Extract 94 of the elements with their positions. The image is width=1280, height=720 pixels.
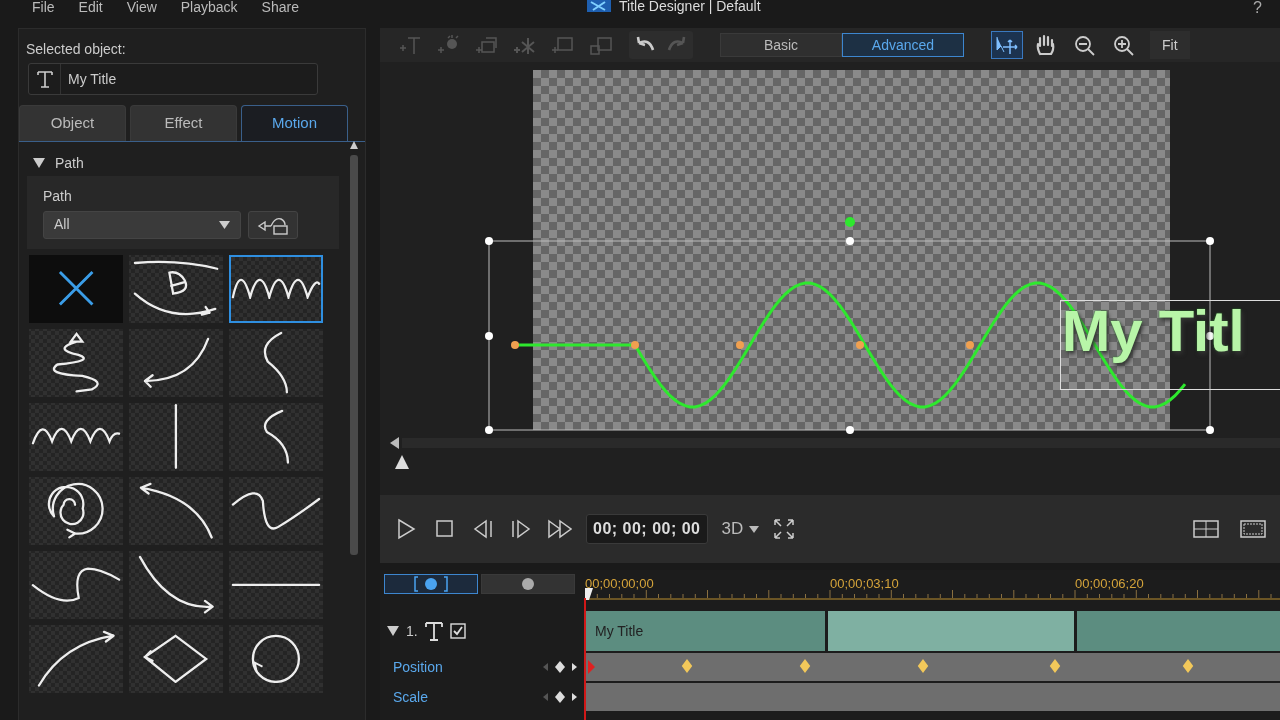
text-icon bbox=[424, 621, 443, 641]
keyframe-icon[interactable] bbox=[1181, 659, 1195, 673]
timecode-label: 00;00;06;20 bbox=[1075, 575, 1144, 593]
path-preset[interactable] bbox=[29, 328, 123, 397]
fit-button[interactable]: Fit bbox=[1150, 31, 1190, 59]
wave-path-icon bbox=[231, 277, 321, 300]
path-preset[interactable] bbox=[129, 550, 223, 619]
s-curve-path-icon bbox=[263, 330, 289, 395]
3d-mode-dropdown[interactable]: 3D bbox=[721, 516, 760, 542]
path-dropdown[interactable]: All bbox=[43, 210, 241, 239]
menu-item[interactable]: View bbox=[114, 0, 169, 14]
expand-arrow-icon[interactable] bbox=[33, 158, 45, 168]
path-label: Path bbox=[43, 187, 73, 206]
help-button[interactable]: ? bbox=[1253, 0, 1262, 16]
zoom-out-icon[interactable] bbox=[1073, 34, 1097, 56]
vertical-line-icon bbox=[174, 403, 178, 470]
zigzag-path-icon bbox=[52, 331, 100, 394]
selected-object-label: Selected object: bbox=[26, 39, 127, 59]
menu-item[interactable]: Playback bbox=[168, 0, 250, 14]
path-preset[interactable] bbox=[229, 402, 323, 471]
wave-path-icon bbox=[31, 427, 121, 446]
diamond-path-icon bbox=[143, 633, 209, 684]
s-curve-path-icon bbox=[262, 408, 290, 465]
expand-arrow-icon[interactable] bbox=[387, 626, 399, 636]
arc-path-icon bbox=[138, 481, 214, 540]
keyframe-icon[interactable] bbox=[680, 659, 694, 673]
path-preset[interactable] bbox=[229, 328, 323, 397]
path-section-header[interactable]: Path bbox=[29, 150, 341, 176]
scrubber-thumb[interactable] bbox=[395, 455, 409, 469]
tab[interactable]: Effect bbox=[130, 105, 237, 141]
path-preset[interactable] bbox=[29, 476, 123, 545]
visibility-checkbox[interactable] bbox=[449, 623, 466, 639]
path-preset[interactable] bbox=[29, 254, 123, 323]
fullscreen-icon[interactable] bbox=[773, 518, 796, 540]
path-preset[interactable] bbox=[129, 254, 223, 323]
circle-path-icon bbox=[251, 633, 301, 684]
window-title: Title Designer | Default bbox=[619, 0, 761, 12]
timecode-label: 00;00;00;00 bbox=[585, 575, 654, 593]
scroll-left-icon[interactable] bbox=[390, 437, 400, 449]
path-preset[interactable] bbox=[229, 550, 323, 619]
menu-item[interactable]: File bbox=[20, 0, 67, 14]
dropdown-caret-icon bbox=[219, 220, 230, 229]
menu-item[interactable]: Share bbox=[249, 0, 311, 14]
attribute-label: Position bbox=[392, 657, 443, 677]
tab[interactable]: Motion bbox=[241, 105, 348, 141]
keyframe-track[interactable] bbox=[585, 683, 1280, 711]
playhead-marker[interactable] bbox=[585, 588, 593, 600]
path-preset[interactable] bbox=[129, 328, 223, 397]
curve-path-icon bbox=[31, 565, 121, 604]
path-edit-button[interactable] bbox=[248, 210, 298, 239]
tab[interactable]: Object bbox=[19, 105, 126, 141]
caret-icon bbox=[749, 525, 760, 533]
path-preset[interactable] bbox=[229, 254, 323, 323]
selected-object-field[interactable]: My Title bbox=[28, 63, 318, 95]
title-clip[interactable]: My Title bbox=[585, 611, 825, 651]
orbit-path-icon bbox=[132, 260, 220, 317]
track-number: 1. bbox=[406, 621, 418, 641]
keyframe-icon[interactable] bbox=[1048, 659, 1062, 673]
fast-forward-icon[interactable] bbox=[548, 518, 572, 540]
path-preset[interactable] bbox=[29, 550, 123, 619]
path-preset[interactable] bbox=[129, 476, 223, 545]
rotation-handle[interactable] bbox=[845, 217, 855, 227]
safe-zone-icon[interactable] bbox=[1240, 519, 1266, 539]
arc-path-icon bbox=[137, 554, 215, 615]
path-preset[interactable] bbox=[29, 402, 123, 471]
timecode-label: 00;00;03;10 bbox=[830, 575, 899, 593]
arc-path-icon bbox=[142, 336, 210, 389]
menu-item[interactable]: Edit bbox=[66, 0, 115, 14]
curve-path-icon bbox=[231, 490, 321, 531]
grid-lines-icon[interactable] bbox=[1193, 519, 1219, 539]
timecode-display: 00; 00; 00; 00 bbox=[586, 514, 708, 544]
path-preset[interactable] bbox=[229, 624, 323, 693]
keyframe-track[interactable] bbox=[585, 653, 1280, 681]
spiral-path-icon bbox=[47, 481, 105, 540]
keyframe-nav-icon[interactable] bbox=[542, 661, 578, 673]
none-x-icon bbox=[57, 270, 95, 307]
horizontal-line-icon bbox=[231, 582, 321, 587]
path-preset[interactable] bbox=[229, 476, 323, 545]
arc-path-icon bbox=[36, 629, 116, 688]
keyframe-nav-icon[interactable] bbox=[542, 691, 578, 703]
move-tool-icon[interactable] bbox=[995, 34, 1019, 56]
mode-toggle[interactable]: Basic bbox=[720, 33, 842, 57]
attribute-label: Scale bbox=[392, 687, 429, 707]
keyframe-icon[interactable] bbox=[916, 659, 930, 673]
clip-segment[interactable] bbox=[1077, 611, 1280, 651]
text-icon bbox=[36, 70, 53, 88]
zoom-in-icon[interactable] bbox=[1112, 34, 1136, 56]
path-preset[interactable] bbox=[129, 624, 223, 693]
keyframe-view-icon[interactable] bbox=[412, 574, 449, 593]
mode-toggle[interactable]: Advanced bbox=[842, 33, 964, 57]
keyframe-icon[interactable] bbox=[798, 659, 812, 673]
path-preset[interactable] bbox=[29, 624, 123, 693]
app-logo-icon bbox=[585, 0, 613, 12]
clip-segment[interactable] bbox=[828, 611, 1074, 651]
